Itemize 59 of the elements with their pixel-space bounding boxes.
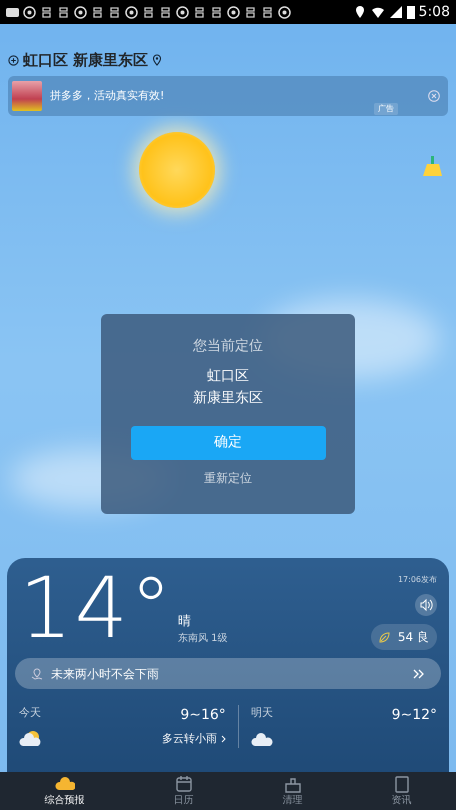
publish-time: 17:06发布 — [398, 574, 437, 586]
notification-icon — [57, 6, 70, 18]
notification-icon — [227, 6, 240, 18]
nav-tab[interactable]: 日历 — [174, 774, 194, 808]
rain-forecast-text: 未来两小时不会下雨 — [51, 666, 159, 682]
notification-icon — [244, 6, 257, 18]
location-pin-icon — [152, 54, 162, 66]
wind-info: 东南风 1级 — [178, 632, 228, 646]
battery-icon — [406, 5, 415, 19]
nav-tab[interactable]: 清理 — [282, 774, 302, 808]
notification-icon — [108, 6, 121, 18]
cloud-icon — [19, 730, 43, 748]
temperature: 14° — [19, 566, 174, 650]
ad-text: 拼多多，活动真实有效! — [50, 88, 164, 104]
day-label: 今天 — [19, 705, 41, 721]
air-quality-pill[interactable]: 54 良 — [370, 624, 437, 650]
weather-condition: 晴 — [178, 612, 192, 630]
relocate-link[interactable]: 重新定位 — [203, 468, 253, 488]
message-icon — [6, 6, 19, 18]
chevron-right-icon — [220, 735, 226, 743]
calendar-icon — [174, 774, 194, 792]
temperature-range: 9~12° — [392, 706, 438, 725]
nav-tab[interactable]: 综合预报 — [44, 774, 84, 808]
map-pin-icon — [31, 668, 43, 680]
ad-banner[interactable]: 拼多多，活动真实有效! 广告 — [8, 76, 448, 116]
photo-placeholder — [12, 81, 42, 111]
notification-icon — [176, 6, 189, 18]
add-circle-icon[interactable] — [8, 54, 19, 66]
ad-label: 广告 — [374, 103, 398, 115]
cloud-icon — [54, 774, 74, 792]
wifi-icon — [370, 5, 385, 19]
day-label: 明天 — [250, 705, 273, 721]
dialog-title: 您当前定位 — [193, 337, 263, 356]
location-line: 虹口区 — [206, 367, 250, 386]
notification-icon — [125, 6, 138, 18]
leaf-icon — [378, 632, 390, 642]
notification-icon — [91, 6, 104, 18]
notification-icon — [23, 6, 36, 18]
nav-tab[interactable]: 资讯 — [392, 774, 412, 808]
air-quality-value: 54 良 — [398, 629, 429, 646]
notification-icon — [159, 6, 172, 18]
temperature-range: 9~16° — [180, 706, 226, 725]
location-line: 新康里东区 — [193, 389, 263, 408]
forecast-description: 多云转小雨 — [162, 730, 217, 747]
clock-time: 5:08 — [418, 2, 450, 22]
speaker-icon[interactable] — [415, 594, 437, 616]
double-chevron-icon — [413, 668, 425, 678]
confirm-button[interactable]: 确定 — [130, 426, 326, 460]
rain-forecast-bar[interactable]: 未来两小时不会下雨 — [15, 658, 441, 689]
notification-icon — [261, 6, 274, 18]
notification-icon — [74, 6, 87, 18]
location-title: 虹口区 新康里东区 — [23, 50, 148, 71]
notification-icon — [142, 6, 155, 18]
notification-icon — [193, 6, 206, 18]
notification-icon — [40, 6, 53, 18]
signal-icon — [388, 5, 403, 19]
notification-icon — [278, 6, 291, 18]
notification-icon — [210, 6, 223, 18]
cloud-icon — [250, 730, 275, 748]
